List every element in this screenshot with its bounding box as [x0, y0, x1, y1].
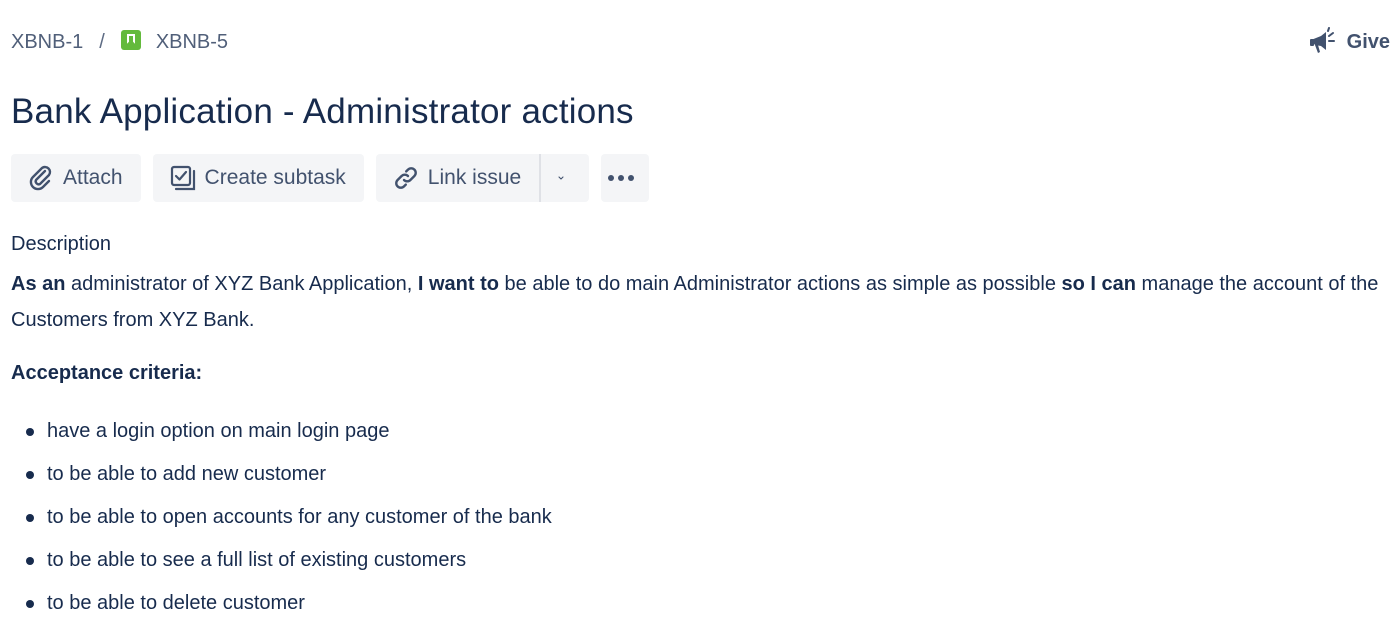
link-issue-split-button: Link issue [375, 154, 590, 202]
bullet-icon [26, 513, 34, 522]
create-subtask-label: Create subtask [204, 166, 346, 189]
give-feedback-button[interactable]: Give [1307, 26, 1390, 58]
story-text-1: administrator of XYZ Bank Application, [65, 273, 418, 295]
list-item: have a login option on main login page [11, 410, 552, 453]
acceptance-criteria-heading: Acceptance criteria: [11, 362, 203, 384]
list-item: to be able to open accounts for any cust… [11, 496, 552, 539]
chevron-down-icon [558, 176, 564, 180]
megaphone-icon [1309, 27, 1335, 53]
link-issue-label: Link issue [427, 166, 522, 189]
acceptance-criteria-list: have a login option on main login page t… [11, 410, 552, 625]
story-text-2: be able to do main Administrator actions… [498, 273, 1062, 295]
link-issue-dropdown-button[interactable] [539, 154, 590, 202]
more-actions-button[interactable] [601, 154, 650, 202]
attach-button[interactable]: Attach [11, 154, 141, 202]
criterion-text: to be able to see a full list of existin… [47, 549, 467, 571]
story-bold-so-i-can: so I can [1061, 273, 1136, 295]
criterion-text: to be able to add new customer [47, 463, 327, 485]
create-subtask-button[interactable]: Create subtask [152, 154, 364, 202]
feedback-label: Give [1346, 30, 1390, 53]
attach-label: Attach [63, 166, 123, 189]
paperclip-icon [29, 165, 52, 191]
criterion-text: to be able to delete customer [47, 592, 305, 614]
story-bold-i-want-to: I want to [417, 273, 499, 295]
issue-title[interactable]: Bank Application - Administrator actions [11, 92, 634, 132]
issue-toolbar: Attach Create subtask Link issue [11, 154, 661, 202]
bullet-icon [26, 599, 34, 608]
story-bold-as-an: As an [11, 273, 66, 295]
story-icon [120, 30, 141, 50]
bullet-icon [26, 427, 34, 436]
breadcrumb: XBNB-1 / XBNB-5 [11, 28, 228, 56]
issue-view: XBNB-1 / XBNB-5 Give Bank Application - … [0, 0, 1390, 642]
breadcrumb-parent-link[interactable]: XBNB-1 [11, 31, 83, 54]
criterion-text: to be able to open accounts for any cust… [47, 506, 552, 528]
more-icon [608, 175, 635, 181]
subtask-icon [170, 165, 195, 191]
list-item: to be able to see a full list of existin… [11, 539, 552, 582]
description-body[interactable]: As an administrator of XYZ Bank Applicat… [11, 266, 1381, 338]
bullet-icon [26, 470, 34, 479]
breadcrumb-current-link[interactable]: XBNB-5 [156, 31, 228, 54]
breadcrumb-separator: / [99, 30, 105, 53]
description-label: Description [11, 233, 112, 255]
list-item: to be able to delete customer [11, 582, 552, 625]
link-icon [394, 167, 417, 189]
list-item: to be able to add new customer [11, 453, 552, 496]
bullet-icon [26, 556, 34, 565]
user-story-paragraph: As an administrator of XYZ Bank Applicat… [11, 266, 1381, 338]
link-issue-button[interactable]: Link issue [375, 154, 540, 202]
criterion-text: have a login option on main login page [47, 420, 390, 442]
